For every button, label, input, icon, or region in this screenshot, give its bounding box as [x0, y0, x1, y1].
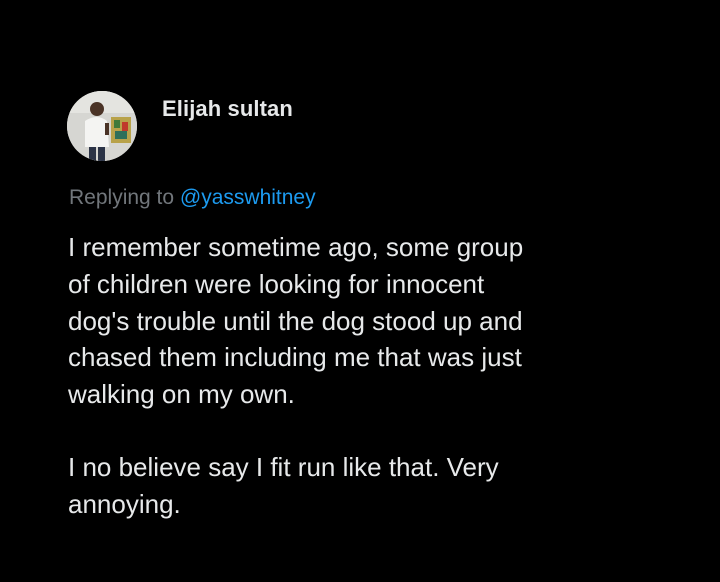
reply-tweet: Elijah sultan Replying to @yasswhitney I… — [0, 0, 720, 582]
tweet-paragraph: I no believe say I fit run like that. Ve… — [68, 451, 499, 519]
reply-handle-link[interactable]: @yasswhitney — [180, 186, 316, 209]
tweet-text: I remember sometime ago, some group of c… — [68, 229, 688, 523]
author-avatar[interactable] — [67, 91, 137, 161]
tweet-paragraph: I remember sometime ago, some group of c… — [68, 232, 524, 410]
replying-to: Replying to @yasswhitney — [69, 186, 316, 210]
author-name[interactable]: Elijah sultan — [162, 96, 293, 122]
profile-photo-icon — [67, 91, 137, 161]
replying-to-label: Replying to — [69, 186, 175, 209]
